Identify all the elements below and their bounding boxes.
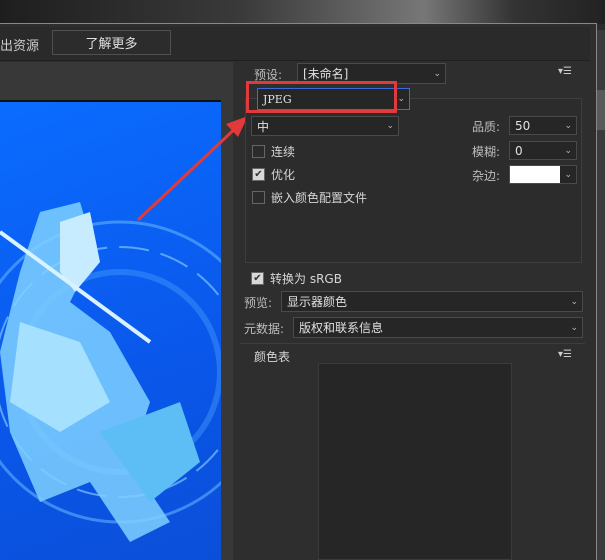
preview-label: 预览: (244, 296, 273, 310)
quality-level-value: 中 (257, 119, 270, 134)
matte-label: 杂边: (472, 169, 501, 183)
chevron-down-icon: ⌄ (433, 68, 441, 79)
metadata-select[interactable]: 版权和联系信息 ⌄ (293, 317, 583, 338)
scrollbar-thumb[interactable] (597, 90, 605, 130)
scrollbar[interactable] (597, 30, 605, 560)
checkbox-icon (252, 191, 265, 204)
preview-value: 显示器颜色 (287, 295, 348, 309)
metadata-label: 元数据: (244, 322, 285, 336)
quality-level-select[interactable]: 中 ⌄ (251, 116, 399, 136)
export-assets-label[interactable]: 出资源 (0, 35, 39, 54)
convert-srgb-label: 转换为 sRGB (270, 272, 342, 286)
blur-value: 0 (515, 143, 523, 158)
preset-menu-icon[interactable]: ▾☰ (558, 66, 572, 77)
chevron-down-icon: ⌄ (564, 169, 572, 180)
optimized-checkbox[interactable]: ✔ 优化 (252, 166, 295, 183)
chevron-down-icon: ⌄ (386, 121, 394, 131)
chevron-down-icon: ⌄ (397, 94, 405, 104)
color-table (318, 363, 512, 560)
metadata-value: 版权和联系信息 (299, 321, 384, 335)
annotation-arrow (136, 116, 248, 222)
preset-value: [未命名] (303, 67, 349, 81)
optimized-label: 优化 (271, 168, 296, 182)
toolbar: 出资源 了解更多 (0, 27, 590, 61)
chevron-down-icon: ⌄ (564, 120, 572, 131)
desktop-background (0, 0, 605, 24)
matte-select[interactable]: ⌄ (509, 165, 577, 184)
chevron-down-icon: ⌄ (570, 296, 578, 307)
embed-profile-checkbox[interactable]: 嵌入颜色配置文件 (252, 189, 367, 206)
quality-input[interactable]: 50 ⌄ (509, 116, 577, 135)
checkmark-icon: ✔ (252, 168, 265, 181)
progressive-checkbox[interactable]: 连续 (252, 143, 295, 160)
quality-value: 50 (515, 118, 531, 133)
blur-input[interactable]: 0 ⌄ (509, 141, 577, 160)
embed-profile-label: 嵌入颜色配置文件 (271, 191, 368, 205)
matte-swatch (510, 166, 560, 183)
checkbox-icon (252, 145, 265, 158)
color-table-label: 颜色表 (254, 350, 291, 364)
progressive-label: 连续 (271, 145, 296, 159)
highlight-box (246, 81, 397, 113)
blur-label: 模糊: (472, 145, 501, 159)
chevron-down-icon: ⌄ (570, 322, 578, 333)
checkmark-icon: ✔ (251, 272, 264, 285)
learn-more-button[interactable]: 了解更多 (52, 30, 171, 55)
chevron-down-icon: ⌄ (564, 145, 572, 156)
preview-select[interactable]: 显示器颜色 ⌄ (281, 291, 583, 312)
color-table-menu-icon[interactable]: ▾☰ (558, 349, 572, 360)
convert-srgb-checkbox[interactable]: ✔ 转换为 sRGB (251, 270, 342, 287)
quality-label: 品质: (472, 120, 501, 134)
